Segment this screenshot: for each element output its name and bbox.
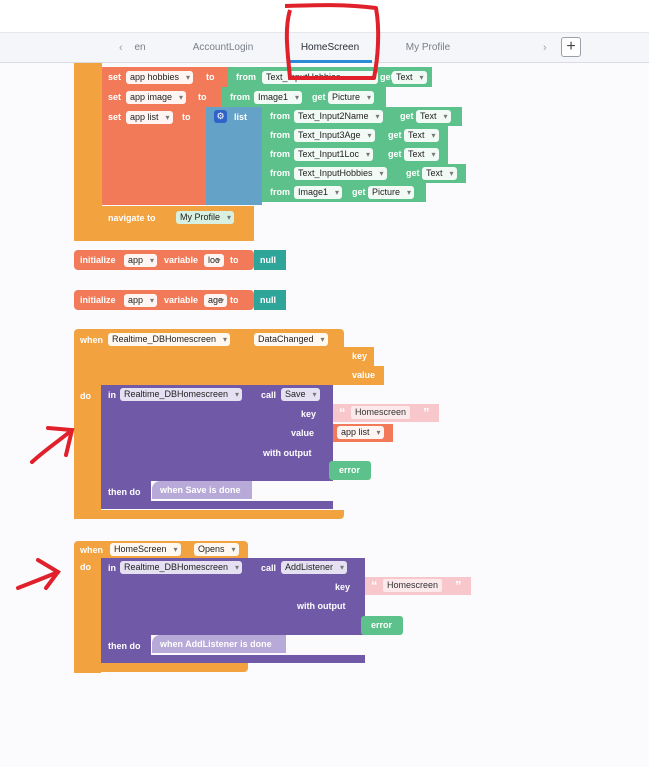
annotation-arrow-1 bbox=[30, 426, 75, 464]
annotation-arrow-2 bbox=[16, 558, 61, 590]
page: { "tabs": { "partial_left": "en", "items… bbox=[0, 0, 649, 767]
annotation-box bbox=[284, 3, 381, 80]
annotation-overlay bbox=[16, 3, 381, 590]
